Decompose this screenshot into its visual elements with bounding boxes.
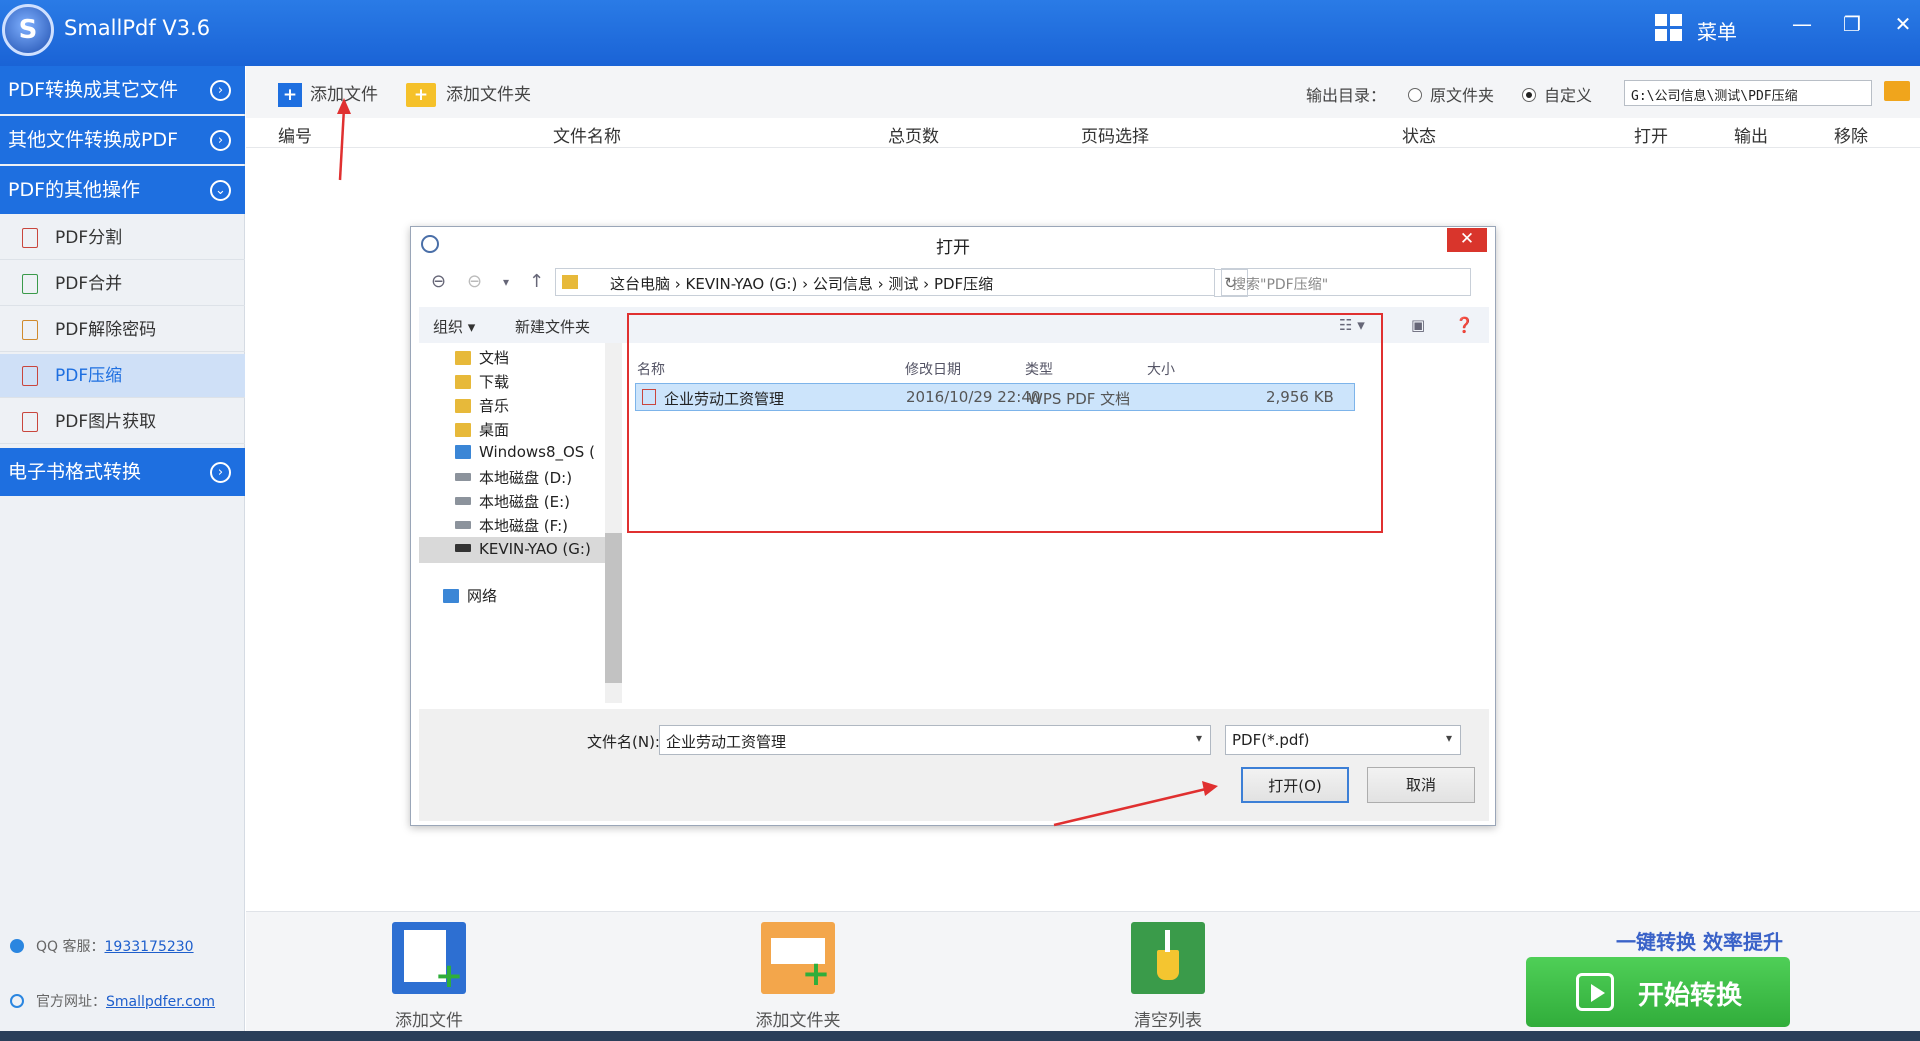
arrow-head-icon [1202, 781, 1218, 796]
arrow-head-icon [337, 98, 351, 114]
annotation-arrows [337, 98, 1218, 827]
annotation-arrow-add-file [338, 107, 346, 181]
annotation-arrow-open [1053, 787, 1207, 827]
